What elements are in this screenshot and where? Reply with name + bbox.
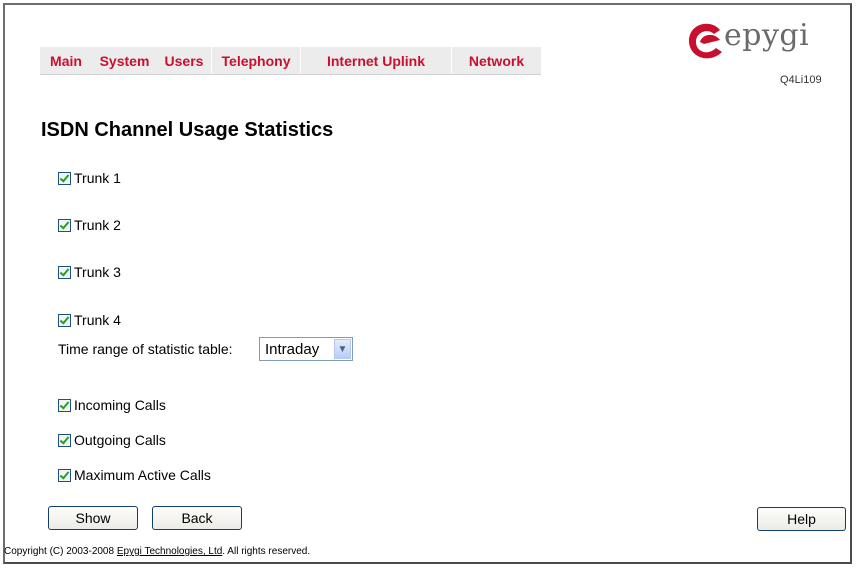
copyright-prefix: Copyright (C) 2003-2008 bbox=[4, 546, 117, 557]
trunk-4-checkbox[interactable] bbox=[58, 313, 71, 327]
logo-swirl-icon bbox=[688, 23, 722, 59]
max-active-calls-label: Maximum Active Calls bbox=[74, 467, 211, 483]
nav-system[interactable]: System bbox=[92, 47, 157, 74]
back-button[interactable]: Back bbox=[152, 506, 242, 530]
copyright-footer: Copyright (C) 2003-2008 Epygi Technologi… bbox=[4, 546, 310, 557]
trunk-4-option[interactable]: Trunk 4 bbox=[58, 312, 121, 328]
incoming-calls-checkbox[interactable] bbox=[58, 398, 71, 412]
outgoing-calls-option[interactable]: Outgoing Calls bbox=[58, 432, 166, 448]
nav-main[interactable]: Main bbox=[40, 47, 92, 74]
device-model: Q4Li109 bbox=[780, 74, 822, 86]
trunk-1-option[interactable]: Trunk 1 bbox=[58, 170, 121, 186]
incoming-calls-label: Incoming Calls bbox=[74, 397, 166, 413]
trunk-1-label: Trunk 1 bbox=[74, 170, 121, 186]
trunk-1-checkbox[interactable] bbox=[58, 171, 71, 185]
trunk-2-checkbox[interactable] bbox=[58, 218, 71, 232]
logo-brand-text: epygi bbox=[724, 18, 810, 53]
show-button[interactable]: Show bbox=[48, 506, 138, 530]
company-link[interactable]: Epygi Technologies, Ltd bbox=[117, 546, 222, 557]
help-button[interactable]: Help bbox=[757, 507, 846, 531]
trunk-2-option[interactable]: Trunk 2 bbox=[58, 217, 121, 233]
max-active-calls-option[interactable]: Maximum Active Calls bbox=[58, 467, 211, 483]
chevron-down-icon[interactable]: ▼ bbox=[334, 339, 351, 359]
nav-network[interactable]: Network bbox=[452, 47, 541, 74]
time-range-label: Time range of statistic table: bbox=[58, 341, 233, 357]
main-nav: Main System Users Telephony Internet Upl… bbox=[40, 47, 541, 75]
epygi-logo: epygi Q4Li109 bbox=[686, 18, 836, 92]
page-title: ISDN Channel Usage Statistics bbox=[41, 119, 334, 141]
max-active-calls-checkbox[interactable] bbox=[58, 468, 71, 482]
time-range-select[interactable]: Intraday ▼ bbox=[259, 337, 353, 361]
trunk-3-label: Trunk 3 bbox=[74, 264, 121, 280]
trunk-4-label: Trunk 4 bbox=[74, 312, 121, 328]
trunk-3-checkbox[interactable] bbox=[58, 265, 71, 279]
nav-internet-uplink[interactable]: Internet Uplink bbox=[301, 47, 451, 74]
nav-telephony[interactable]: Telephony bbox=[212, 47, 300, 74]
copyright-suffix: . All rights reserved. bbox=[222, 546, 311, 557]
outgoing-calls-checkbox[interactable] bbox=[58, 433, 71, 447]
nav-users[interactable]: Users bbox=[157, 47, 211, 74]
trunk-2-label: Trunk 2 bbox=[74, 217, 121, 233]
trunk-3-option[interactable]: Trunk 3 bbox=[58, 264, 121, 280]
time-range-value: Intraday bbox=[265, 340, 320, 358]
incoming-calls-option[interactable]: Incoming Calls bbox=[58, 397, 166, 413]
outgoing-calls-label: Outgoing Calls bbox=[74, 432, 166, 448]
